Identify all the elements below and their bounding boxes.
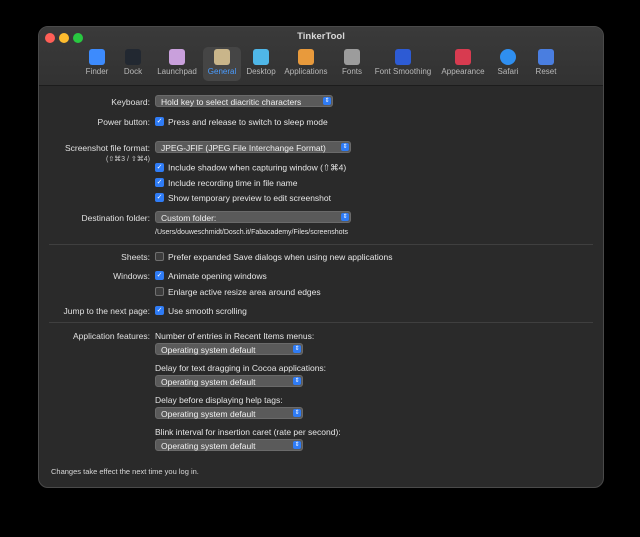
include-shadow-checkbox[interactable]: ✓ Include shadow when capturing window (⇧… (155, 162, 346, 174)
toolbar-safari[interactable]: Safari (492, 47, 524, 81)
text-drag-delay-label: Delay for text dragging in Cocoa applica… (155, 363, 327, 373)
checkbox-checked-icon: ✓ (155, 271, 164, 281)
checkbox-checked-icon: ✓ (155, 163, 164, 173)
destination-label: Destination folder: (81, 213, 150, 223)
chevron-updown-icon: ⇕ (293, 441, 301, 449)
toolbar-desktop[interactable]: Desktop (242, 47, 280, 81)
destination-popup[interactable]: Custom folder: ⇕ (155, 211, 351, 223)
toolbar: Finder Dock Launchpad General Desktop Ap… (39, 47, 603, 85)
app-features-label: Application features: (72, 331, 150, 341)
toolbar-general[interactable]: General (203, 47, 241, 81)
power-button-label: Power button: (97, 117, 150, 127)
keyboard-label: Keyboard: (111, 97, 150, 107)
enlarge-resize-checkbox[interactable]: Enlarge active resize area around edges (155, 286, 321, 298)
window-title: TinkerTool (297, 31, 345, 42)
recent-items-popup[interactable]: Operating system default ⇕ (155, 343, 303, 355)
font-smoothing-icon (395, 49, 411, 65)
divider (49, 244, 593, 245)
jump-label: Jump to the next page: (63, 306, 150, 316)
sheets-label: Sheets: (121, 252, 150, 262)
checkbox-checked-icon: ✓ (155, 117, 164, 127)
help-tags-delay-label: Delay before displaying help tags: (155, 395, 283, 405)
animate-windows-checkbox[interactable]: ✓ Animate opening windows (155, 270, 267, 282)
general-icon (214, 49, 230, 65)
windows-label: Windows: (113, 271, 150, 281)
chevron-updown-icon: ⇕ (293, 409, 301, 417)
toolbar-applications[interactable]: Applications (282, 47, 330, 81)
chevron-updown-icon: ⇕ (293, 345, 301, 353)
toolbar-launchpad[interactable]: Launchpad (153, 47, 201, 81)
checkbox-checked-icon: ✓ (155, 306, 164, 316)
footer-note: Changes take effect the next time you lo… (51, 467, 199, 476)
checkbox-unchecked-icon (155, 287, 164, 297)
checkbox-unchecked-icon (155, 252, 164, 262)
finder-icon (89, 49, 105, 65)
toolbar-finder[interactable]: Finder (79, 47, 115, 81)
sheets-checkbox[interactable]: Prefer expanded Save dialogs when using … (155, 251, 392, 263)
chevron-updown-icon: ⇕ (341, 213, 349, 221)
caret-blink-popup[interactable]: Operating system default ⇕ (155, 439, 303, 451)
desktop-icon (253, 49, 269, 65)
applications-icon (298, 49, 314, 65)
appearance-icon (455, 49, 471, 65)
show-preview-checkbox[interactable]: ✓ Show temporary preview to edit screensh… (155, 192, 331, 204)
include-recording-time-checkbox[interactable]: ✓ Include recording time in file name (155, 177, 297, 189)
reset-icon (538, 49, 554, 65)
titlebar: TinkerTool Finder Dock Launchpad General… (39, 27, 603, 86)
text-drag-delay-popup[interactable]: Operating system default ⇕ (155, 375, 303, 387)
toolbar-fonts[interactable]: Fonts (336, 47, 368, 81)
chevron-updown-icon: ⇕ (323, 97, 331, 105)
toolbar-dock[interactable]: Dock (117, 47, 149, 81)
caret-blink-label: Blink interval for insertion caret (rate… (155, 427, 341, 437)
toolbar-font-smoothing[interactable]: Font Smoothing (372, 47, 434, 81)
dock-icon (125, 49, 141, 65)
power-button-checkbox[interactable]: ✓ Press and release to switch to sleep mo… (155, 116, 328, 128)
keyboard-popup[interactable]: Hold key to select diacritic characters … (155, 95, 333, 107)
smooth-scrolling-checkbox[interactable]: ✓ Use smooth scrolling (155, 305, 247, 317)
safari-icon (500, 49, 516, 65)
launchpad-icon (169, 49, 185, 65)
recent-items-label: Number of entries in Recent Items menus: (155, 331, 315, 341)
toolbar-reset[interactable]: Reset (529, 47, 563, 81)
fonts-icon (344, 49, 360, 65)
help-tags-delay-popup[interactable]: Operating system default ⇕ (155, 407, 303, 419)
screenshot-shortcut: (⇧⌘3 / ⇧⌘4) (105, 156, 150, 163)
chevron-updown-icon: ⇕ (293, 377, 301, 385)
chevron-updown-icon: ⇕ (341, 143, 349, 151)
screenshot-format-popup[interactable]: JPEG-JFIF (JPEG File Interchange Format)… (155, 141, 351, 153)
tinkertool-window: TinkerTool Finder Dock Launchpad General… (38, 26, 604, 488)
toolbar-appearance[interactable]: Appearance (438, 47, 488, 81)
checkbox-checked-icon: ✓ (155, 178, 164, 188)
screenshot-format-label: Screenshot file format: (64, 143, 150, 153)
divider (49, 322, 593, 323)
destination-path: /Users/douweschmidt/Dosch.it/Fabacademy/… (155, 229, 348, 236)
checkbox-checked-icon: ✓ (155, 193, 164, 203)
